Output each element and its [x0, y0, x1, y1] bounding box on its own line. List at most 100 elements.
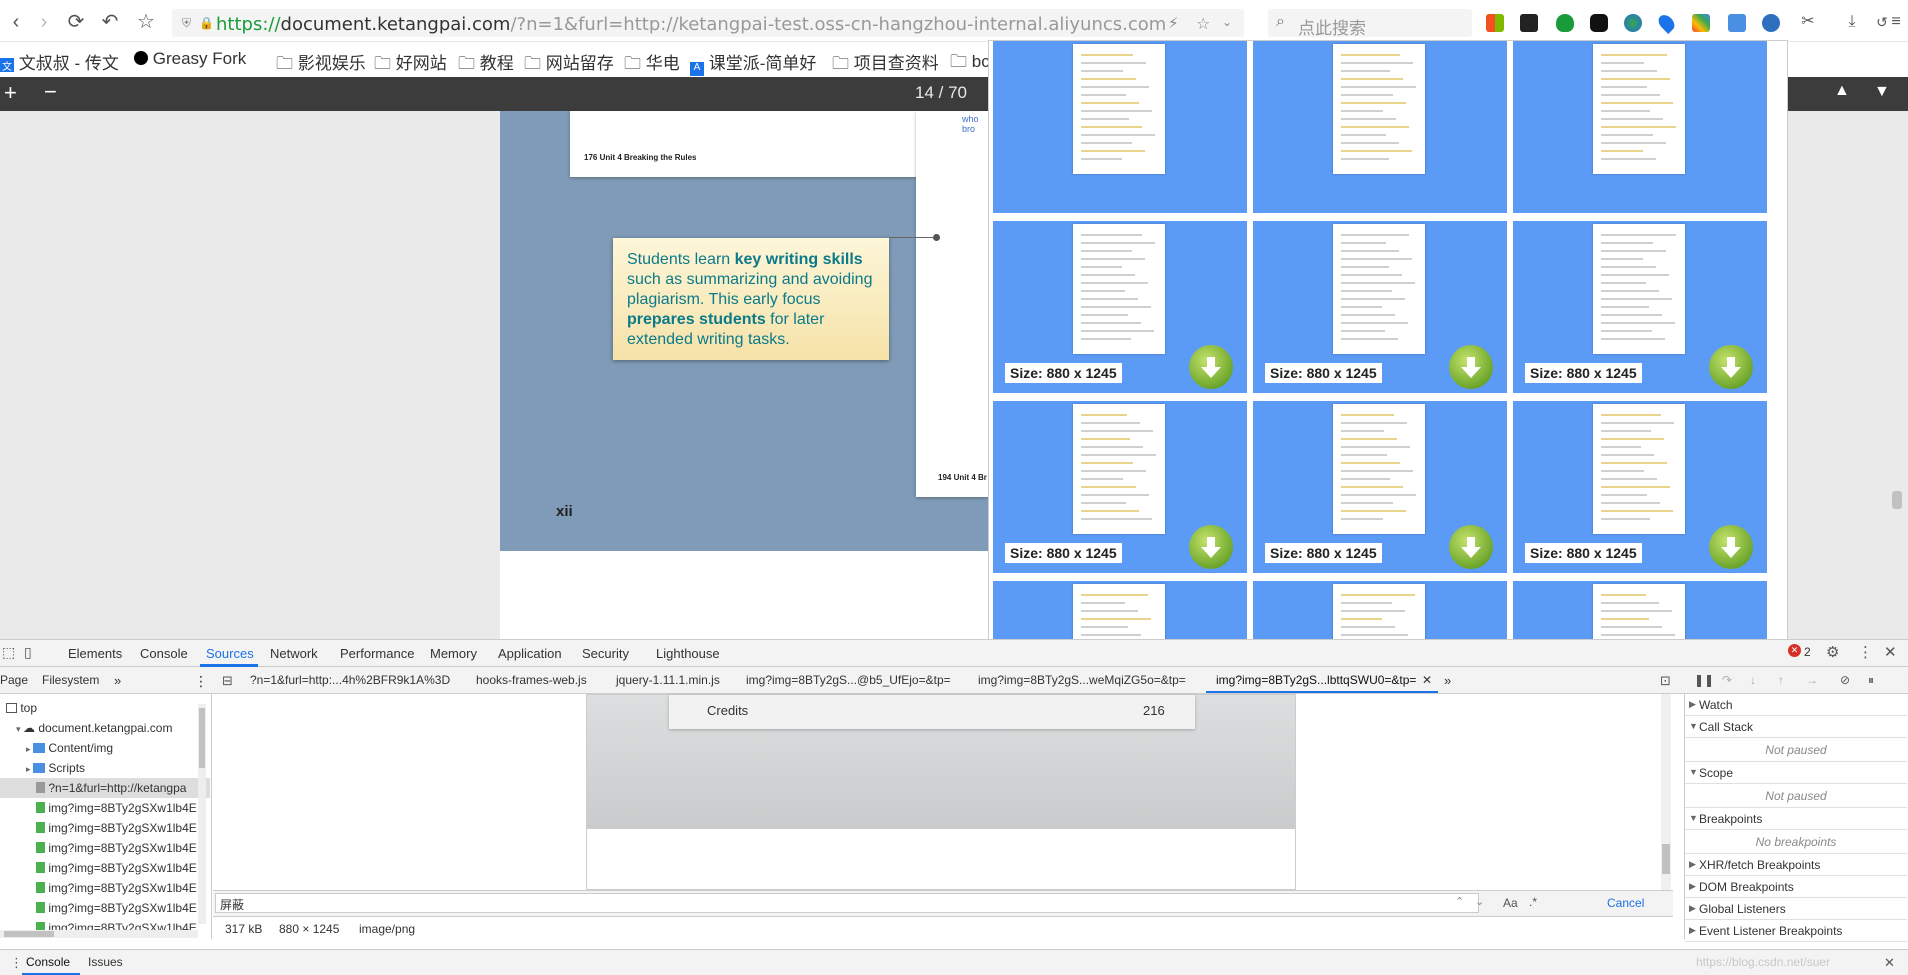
file-tab[interactable]: img?img=8BTy2gS...weMqiZG5o=&tp= — [978, 673, 1186, 687]
regex-toggle[interactable]: .* — [1529, 895, 1537, 909]
image-cell[interactable] — [1253, 41, 1507, 213]
toggle-debugger-icon[interactable]: ⊡ — [1660, 673, 1671, 689]
tab-memory[interactable]: Memory — [430, 646, 477, 661]
image-thumbnail[interactable] — [1333, 404, 1425, 534]
close-drawer-icon[interactable]: ✕ — [1884, 955, 1895, 971]
search-box[interactable]: ⌕ 点此搜索 — [1268, 9, 1472, 38]
viewer-scroll-thumb[interactable] — [1892, 491, 1902, 509]
bookmark-item[interactable]: 🗀 华电 — [624, 49, 680, 80]
zoom-in-icon[interactable]: + — [4, 80, 17, 106]
tab-security[interactable]: Security — [582, 646, 629, 661]
sidebar-section[interactable]: ▼ Call Stack — [1685, 716, 1907, 738]
tab-console[interactable]: Console — [140, 646, 188, 661]
navigator-hscrollbar[interactable] — [0, 930, 198, 938]
match-case-toggle[interactable]: Aa — [1503, 896, 1518, 910]
microsoft-extension-icon[interactable] — [1486, 14, 1504, 32]
star-icon[interactable]: ☆ — [1196, 14, 1210, 34]
image-cell[interactable] — [993, 41, 1247, 213]
settings-gear-icon[interactable]: ⚙ — [1826, 643, 1839, 661]
drawer-menu-icon[interactable]: ⋮ — [10, 955, 23, 971]
image-cell[interactable]: Size: 880 x 1245 — [993, 221, 1247, 393]
undo-icon[interactable]: ↶ — [98, 10, 122, 34]
sidebar-section[interactable]: ▶ XHR/fetch Breakpoints — [1685, 854, 1907, 876]
collapsed-arrow-icon[interactable]: ▸ — [26, 764, 33, 774]
sidebar-section[interactable]: ▼ Scope — [1685, 762, 1907, 784]
pause-icon[interactable]: ❚❚ — [1694, 673, 1714, 687]
bookmark-item[interactable]: 🗀 网站留存 — [524, 49, 614, 80]
drop-extension-icon[interactable] — [1655, 12, 1678, 34]
file-tab[interactable]: img?img=8BTy2gS...@b5_UfEjo=&tp= — [746, 673, 951, 687]
tree-item[interactable]: ▾ ☁ document.ketangpai.com — [0, 718, 210, 738]
adguard-extension-icon[interactable] — [1556, 14, 1574, 32]
zoom-out-icon[interactable]: − — [44, 79, 57, 105]
error-icon[interactable]: ✕ — [1788, 644, 1801, 657]
image-thumbnail[interactable] — [1073, 404, 1165, 534]
step-icon[interactable]: → — [1806, 673, 1818, 687]
tree-item[interactable]: ?n=1&furl=http://ketangpa — [0, 778, 210, 798]
download-arrow-icon[interactable] — [1449, 525, 1493, 569]
tree-item[interactable]: img?img=8BTy2gSXw1lb4E — [0, 818, 210, 838]
more-files-icon[interactable]: » — [1444, 673, 1451, 688]
more-options-icon[interactable]: ⋮ — [1858, 643, 1873, 661]
preview-scrollbar[interactable] — [1661, 694, 1671, 890]
drawer-tab-issues[interactable]: Issues — [88, 955, 123, 969]
download-arrow-icon[interactable] — [1189, 525, 1233, 569]
page-up-icon[interactable]: ▲ — [1834, 82, 1850, 100]
navigator-hscroll-thumb[interactable] — [4, 931, 54, 937]
download-arrow-icon[interactable] — [1189, 345, 1233, 389]
sidebar-section[interactable]: ▼ Breakpoints — [1685, 808, 1907, 830]
step-out-icon[interactable]: ↑ — [1778, 673, 1784, 687]
qrcode-extension-icon[interactable] — [1520, 14, 1538, 32]
tree-item[interactable]: img?img=8BTy2gSXw1lb4E — [0, 798, 210, 818]
image-thumbnail[interactable] — [1593, 404, 1685, 534]
image-cell[interactable] — [993, 581, 1247, 639]
navigator-scrollbar[interactable] — [198, 704, 206, 924]
download-images-extension-icon[interactable] — [1762, 14, 1780, 32]
image-cell[interactable] — [1253, 581, 1507, 639]
close-devtools-icon[interactable]: ✕ — [1884, 643, 1897, 661]
image-thumbnail[interactable] — [1593, 584, 1685, 639]
image-thumbnail[interactable] — [1073, 584, 1165, 639]
tab-performance[interactable]: Performance — [340, 646, 414, 661]
cancel-button[interactable]: Cancel — [1607, 896, 1644, 910]
tree-item[interactable]: top — [0, 698, 210, 718]
image-cell[interactable]: Size: 880 x 1245 — [1513, 221, 1767, 393]
globe-extension-icon[interactable] — [1624, 14, 1642, 32]
lightning-icon[interactable]: ⚡ — [1168, 14, 1179, 32]
bookmark-item[interactable]: 🗀 好网站 — [374, 49, 447, 80]
colorful-extension-icon[interactable] — [1692, 14, 1710, 32]
page-down-icon[interactable]: ▼ — [1874, 83, 1890, 101]
tab-application[interactable]: Application — [498, 646, 562, 661]
find-next-icon[interactable]: ⌄ — [1475, 895, 1484, 908]
image-cell[interactable]: Size: 880 x 1245 — [1253, 401, 1507, 573]
download-arrow-icon[interactable] — [1709, 345, 1753, 389]
deactivate-breakpoints-icon[interactable]: ⊘ — [1840, 673, 1850, 687]
tree-item[interactable]: img?img=8BTy2gSXw1lb4E — [0, 878, 210, 898]
bookmark-item[interactable]: A 课堂派-简单好 — [690, 49, 816, 76]
sidebar-section[interactable]: ▶ Watch — [1685, 694, 1907, 716]
image-thumbnail[interactable] — [1593, 224, 1685, 354]
image-cell[interactable]: Size: 880 x 1245 — [993, 401, 1247, 573]
sidebar-section[interactable]: ▶ DOM Breakpoints — [1685, 876, 1907, 898]
sidebar-section[interactable]: ▶ Event Listener Breakpoints — [1685, 920, 1907, 942]
toggle-navigator-icon[interactable]: ⊟ — [222, 673, 233, 689]
back-icon[interactable]: ‹ — [4, 10, 28, 34]
collapsed-arrow-icon[interactable]: ▸ — [26, 744, 33, 754]
image-cell[interactable]: Size: 880 x 1245 — [1253, 221, 1507, 393]
scissors-icon[interactable]: ✂ — [1796, 10, 1820, 34]
more-options-icon[interactable]: ⋮ — [194, 673, 208, 690]
tree-item[interactable]: img?img=8BTy2gSXw1lb4E — [0, 838, 210, 858]
tree-item[interactable]: ▸ Scripts — [0, 758, 210, 778]
bookmark-item[interactable]: Greasy Fork — [134, 49, 246, 69]
menu-icon[interactable]: ≡ — [1884, 10, 1908, 34]
pause-on-exceptions-icon[interactable]: ⏸ — [1868, 673, 1874, 688]
file-tab-active[interactable]: img?img=8BTy2gS...lbttqSWU0=&tp= — [1216, 673, 1416, 687]
tree-item[interactable]: img?img=8BTy2gSXw1lb4E — [0, 898, 210, 918]
find-input[interactable]: 屏蔽 — [215, 893, 1479, 913]
bookmark-item[interactable]: 🗀 bc — [950, 49, 990, 78]
step-into-icon[interactable]: ↓ — [1750, 673, 1756, 687]
navigator-scroll-thumb[interactable] — [199, 708, 205, 768]
expanded-arrow-icon[interactable]: ▾ — [16, 724, 23, 734]
bookmark-item[interactable]: 文 文叔叔 - 传文 — [0, 49, 119, 74]
tab-lighthouse[interactable]: Lighthouse — [656, 646, 720, 661]
